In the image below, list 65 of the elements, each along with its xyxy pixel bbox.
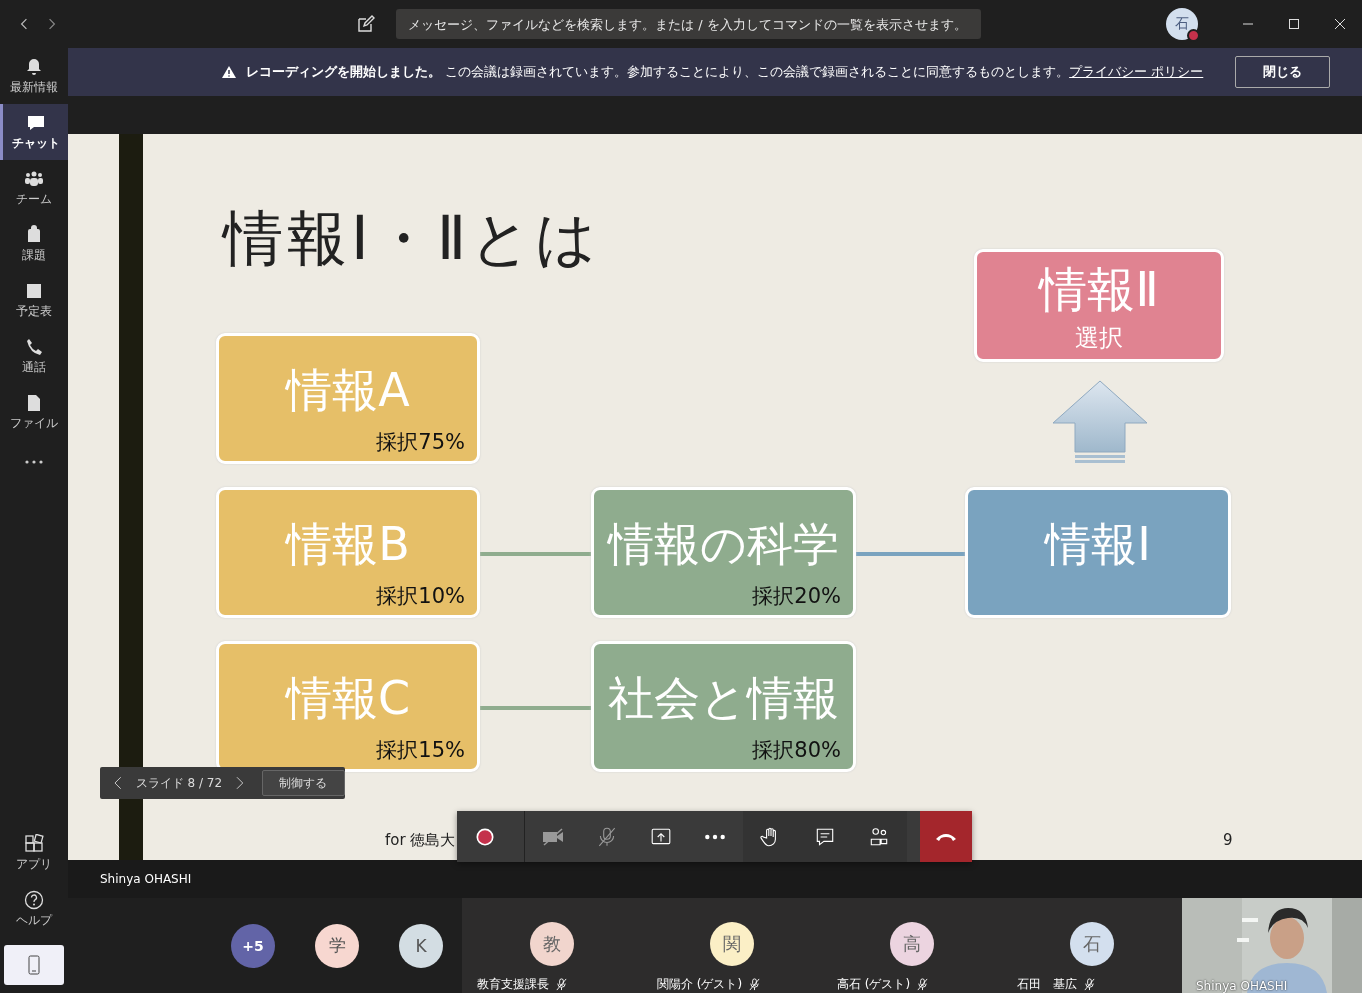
- participant-avatar: 教: [530, 922, 574, 966]
- control-button[interactable]: 制御する: [261, 770, 345, 796]
- status-dot: [1187, 29, 1200, 42]
- slide-footer: for 徳島大: [385, 831, 456, 850]
- participant-name: Shinya OHASHI: [1196, 979, 1288, 993]
- participant-avatar: 高: [890, 922, 934, 966]
- hang-up-button[interactable]: [920, 811, 972, 862]
- box-title: 社会と情報: [607, 670, 840, 727]
- participant-avatar: 関: [710, 922, 754, 966]
- back-icon[interactable]: [18, 17, 30, 31]
- help-icon: [24, 890, 44, 910]
- participant-name: 関陽介 (ゲスト): [657, 976, 743, 993]
- participant-name: 高石 (ゲスト): [837, 976, 911, 993]
- close-button[interactable]: 閉じる: [1235, 56, 1330, 88]
- user-avatar[interactable]: 石: [1166, 8, 1198, 40]
- camera-off-icon[interactable]: [541, 825, 565, 848]
- phone-icon: [28, 955, 40, 975]
- hang-up-icon: [935, 831, 957, 842]
- phone-icon: [24, 337, 44, 357]
- box-subtitle: 採択15%: [375, 737, 466, 764]
- rail-item[interactable]: チーム: [0, 160, 68, 216]
- box-title: 情報A: [284, 362, 411, 419]
- slide-number: 9: [1223, 831, 1233, 849]
- presenter-name: Shinya OHASHI: [100, 872, 192, 886]
- close-icon[interactable]: [1334, 18, 1346, 30]
- rail-item[interactable]: ヘルプ: [0, 881, 68, 937]
- warning-icon: [222, 66, 236, 78]
- participant-name: 石田 基広: [1017, 976, 1077, 993]
- chat-icon: [25, 113, 46, 133]
- box-subtitle: 採択80%: [751, 737, 842, 764]
- box-subtitle: 採択20%: [751, 583, 842, 610]
- box-subtitle: 採択10%: [375, 583, 466, 610]
- box-title: 情報C: [284, 670, 412, 727]
- up-arrow-icon: [1052, 380, 1148, 466]
- rail-item[interactable]: ファイル: [0, 384, 68, 440]
- participant-avatar[interactable]: 学: [315, 923, 359, 968]
- apps-icon: [24, 834, 44, 854]
- slide-title: 情報Ⅰ・Ⅱとは: [223, 202, 601, 275]
- next-icon[interactable]: [236, 776, 244, 790]
- rail-item[interactable]: アプリ: [0, 825, 68, 881]
- previous-icon[interactable]: [114, 776, 122, 790]
- rail-item[interactable]: 通話: [0, 328, 68, 384]
- participant-avatar: 石: [1070, 922, 1114, 966]
- search-field[interactable]: メッセージ、ファイルなどを検索します。または / を入力してコマンドの一覧を表示させます。: [396, 9, 981, 39]
- rail-item[interactable]: 予定表: [0, 272, 68, 328]
- box-title: 情報Ⅱ: [1037, 260, 1160, 319]
- box-subtitle: 採択75%: [375, 429, 466, 456]
- compose-icon[interactable]: [356, 14, 376, 34]
- slide-counter: スライド 8 / 72: [135, 774, 223, 792]
- more-icon[interactable]: [24, 460, 44, 464]
- privacy-link[interactable]: プライバシー ポリシー: [1069, 64, 1204, 79]
- rail-item[interactable]: チャット: [0, 104, 68, 160]
- participant-name: 教育支援課長: [477, 976, 549, 993]
- maximize-icon[interactable]: [1288, 18, 1300, 30]
- rail-item[interactable]: 最新情報: [0, 48, 68, 104]
- box-title: 情報B: [284, 516, 411, 573]
- banner-message: レコーディングを開始しました。 この会議は録画されています。参加することにより、この会議で録画されることに同意するものとします。プライバシー ポリシー: [246, 63, 1204, 81]
- box-subtitle: 選択: [1074, 323, 1124, 354]
- participant-avatar[interactable]: +5: [231, 923, 275, 968]
- participant-avatar[interactable]: K: [399, 923, 443, 968]
- box-title: 情報の科学: [606, 516, 840, 573]
- rail-item[interactable]: 課題: [0, 216, 68, 272]
- forward-icon[interactable]: [46, 17, 58, 31]
- box-title: 情報Ⅰ: [1043, 516, 1152, 573]
- teams-icon: [24, 169, 44, 189]
